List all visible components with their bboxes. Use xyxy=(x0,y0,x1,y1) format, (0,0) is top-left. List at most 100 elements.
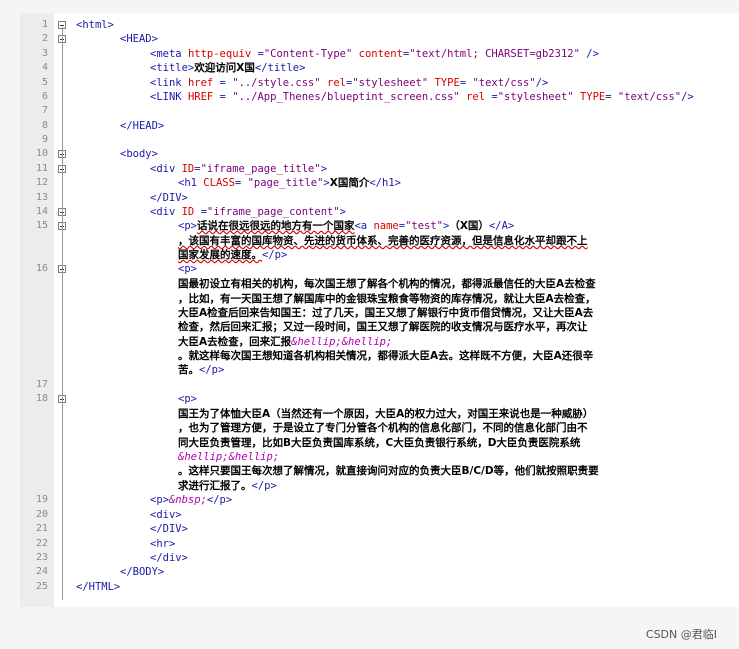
attr-name-token: TYPE xyxy=(579,91,606,103)
line-number: 22 xyxy=(35,538,48,549)
tag-token: <LINK xyxy=(150,91,188,103)
tag-token: </h1> xyxy=(369,177,401,189)
tag-token: <meta xyxy=(150,48,188,60)
tag-token: <body> xyxy=(120,148,158,160)
code-text: <div ID="iframe_page_title"> xyxy=(150,162,327,176)
tag-token: <p> xyxy=(178,393,197,405)
text-token: 求进行汇报了。 xyxy=(178,480,252,492)
tag-token: <p> xyxy=(150,494,169,506)
tag-token: <a xyxy=(354,220,374,232)
text-token: ，比如，有一天国王想了解国库中的金银珠宝粮食等物资的库存情况，就让大臣A去检查， xyxy=(178,293,596,305)
attr-value-token: "../style.css" xyxy=(232,77,328,89)
code-text: <html> xyxy=(76,18,114,32)
entity-token: &nbsp; xyxy=(168,494,207,506)
line-number: 10 xyxy=(35,148,48,159)
attr-name-token: CLASS xyxy=(203,177,235,189)
tag-token: = xyxy=(234,177,248,189)
tag-token: <link xyxy=(150,77,188,89)
code-text: <div ID ="iframe_page_content"> xyxy=(150,205,346,219)
line-number: 4 xyxy=(41,62,48,73)
code-text: <meta http-equiv ="Content-Type" content… xyxy=(150,47,599,61)
code-text: ，也为了管理方便，于是设立了专门分管各个机构的信息化部门，不同的信息化部门由不 xyxy=(178,421,588,435)
tag-token: /> xyxy=(535,77,549,89)
tag-token: </HEAD> xyxy=(120,120,165,132)
attr-value-token: "iframe_page_content" xyxy=(206,206,340,218)
tag-token: > xyxy=(320,163,328,175)
code-text: 。这样只要国王每次想了解情况，就直接询问对应的负责大臣B/C/D等，他们就按照职… xyxy=(178,464,599,478)
tag-token: </HTML> xyxy=(76,581,121,593)
attr-name-token: ID xyxy=(181,206,201,218)
tag-token: </p> xyxy=(199,364,225,376)
tag-token: <p> xyxy=(178,263,197,275)
text-token: 苦。 xyxy=(178,364,199,376)
text-token: 国王为了体恤大臣A（当然还有一个原因，大臣A的权力过大，对国王来说也是一种威胁） xyxy=(178,408,594,420)
attr-value-token: "Content-Type" xyxy=(263,48,359,60)
code-text: <p>&nbsp;</p> xyxy=(150,493,232,507)
tag-token: </BODY> xyxy=(120,566,165,578)
attr-name-token: HREF xyxy=(187,91,220,103)
text-token: 大臣A去检查，回来汇报 xyxy=(178,336,292,348)
attr-value-token: "iframe_page_title" xyxy=(200,163,321,175)
tag-token: </p> xyxy=(262,249,288,261)
line-number: 6 xyxy=(41,91,48,102)
code-text: <title>欢迎访问X国</title> xyxy=(150,61,305,75)
code-text: </div> xyxy=(150,551,188,565)
line-number: 8 xyxy=(41,120,48,131)
text-token: X国简介 xyxy=(329,177,370,189)
tag-token: = xyxy=(605,91,618,103)
code-text: <div> xyxy=(150,508,182,522)
text-token: 同大臣负责管理，比如B大臣负责国库系统，C大臣负责银行系统，D大臣负责医院系统 xyxy=(178,437,581,449)
attr-name-token: rel xyxy=(466,91,492,103)
line-number: 14 xyxy=(35,206,48,217)
tag-token: /> xyxy=(579,48,599,60)
tag-token: </p> xyxy=(251,480,277,492)
fold-guide-line xyxy=(62,27,63,600)
attr-value-token: "text/css" xyxy=(617,91,682,103)
tag-token: <HEAD> xyxy=(120,33,158,45)
line-number: 11 xyxy=(35,163,48,174)
line-number: 16 xyxy=(35,263,48,274)
tag-token: = xyxy=(219,77,233,89)
code-text: <hr> xyxy=(150,537,175,551)
code-text: 求进行汇报了。</p> xyxy=(178,479,277,493)
tag-token: </DIV> xyxy=(150,523,188,535)
code-text: </DIV> xyxy=(150,522,188,536)
line-number: 19 xyxy=(35,494,48,505)
code-text: <p>话说在很远很远的地方有一个国家<a name="test">（X国）</A… xyxy=(178,219,514,233)
tag-token: = xyxy=(459,77,473,89)
attr-name-token: http-equiv xyxy=(187,48,258,60)
attr-name-token: name xyxy=(373,220,399,232)
code-editor[interactable]: 1 <html> 2 <HEAD> 3 <meta http-equiv ="Conten… xyxy=(20,13,739,607)
code-text: 大臣A去检查，回来汇报&hellip;&hellip; xyxy=(178,335,392,349)
tag-token: </div> xyxy=(150,552,188,564)
code-text: <p> xyxy=(178,262,197,276)
tag-token: = xyxy=(219,91,233,103)
line-number: 3 xyxy=(41,48,48,59)
code-text: ，该国有丰富的国库物资、先进的货币体系、完善的医疗资源，但是信息化水平却跟不上 xyxy=(178,234,588,248)
tag-token: <div xyxy=(150,206,182,218)
watermark: CSDN @君临I xyxy=(645,628,717,641)
tag-token: <p> xyxy=(178,220,197,232)
tag-token: </p> xyxy=(206,494,233,506)
line-number: 18 xyxy=(35,393,48,404)
tag-token: <html> xyxy=(76,19,114,31)
code-text: 大臣A检查后回来告知国王：过了几天，国王又想了解银行中货币借贷情况，又让大臣A去 xyxy=(178,306,593,320)
code-text: <p> xyxy=(178,392,197,406)
code-text: 国王为了体恤大臣A（当然还有一个原因，大臣A的权力过大，对国王来说也是一种威胁） xyxy=(178,407,593,421)
code-text: <LINK HREF = "../App_Thenes/blueptint_sc… xyxy=(150,90,694,104)
text-token: 欢迎访问X国 xyxy=(194,62,255,74)
attr-value-token: "../App_Thenes/blueptint_screen.css" xyxy=(232,91,467,103)
tag-token: /> xyxy=(681,91,694,103)
code-text: 国最初设立有相关的机构，每次国王想了解各个机构的情况，都得派最信任的大臣A去检查 xyxy=(178,277,596,291)
line-number: 1 xyxy=(41,19,48,30)
attr-value-token: "stylesheet" xyxy=(497,91,580,103)
tag-token: <div xyxy=(150,163,182,175)
text-token: 。这样只要国王每次想了解情况，就直接询问对应的负责大臣B/C/D等，他们就按照职… xyxy=(178,465,599,477)
tag-token: > xyxy=(339,206,346,218)
code-text: 同大臣负责管理，比如B大臣负责国库系统，C大臣负责银行系统，D大臣负责医院系统 xyxy=(178,436,580,450)
attr-name-token: rel xyxy=(327,77,346,89)
text-token: 国最初设立有相关的机构，每次国王想了解各个机构的情况，都得派最信任的大臣A去检查 xyxy=(178,278,596,290)
code-text: <h1 CLASS= "page_title">X国简介</h1> xyxy=(178,176,401,190)
attr-name-token: href xyxy=(187,77,220,89)
entity-token: &hellip;&hellip; xyxy=(178,451,280,463)
